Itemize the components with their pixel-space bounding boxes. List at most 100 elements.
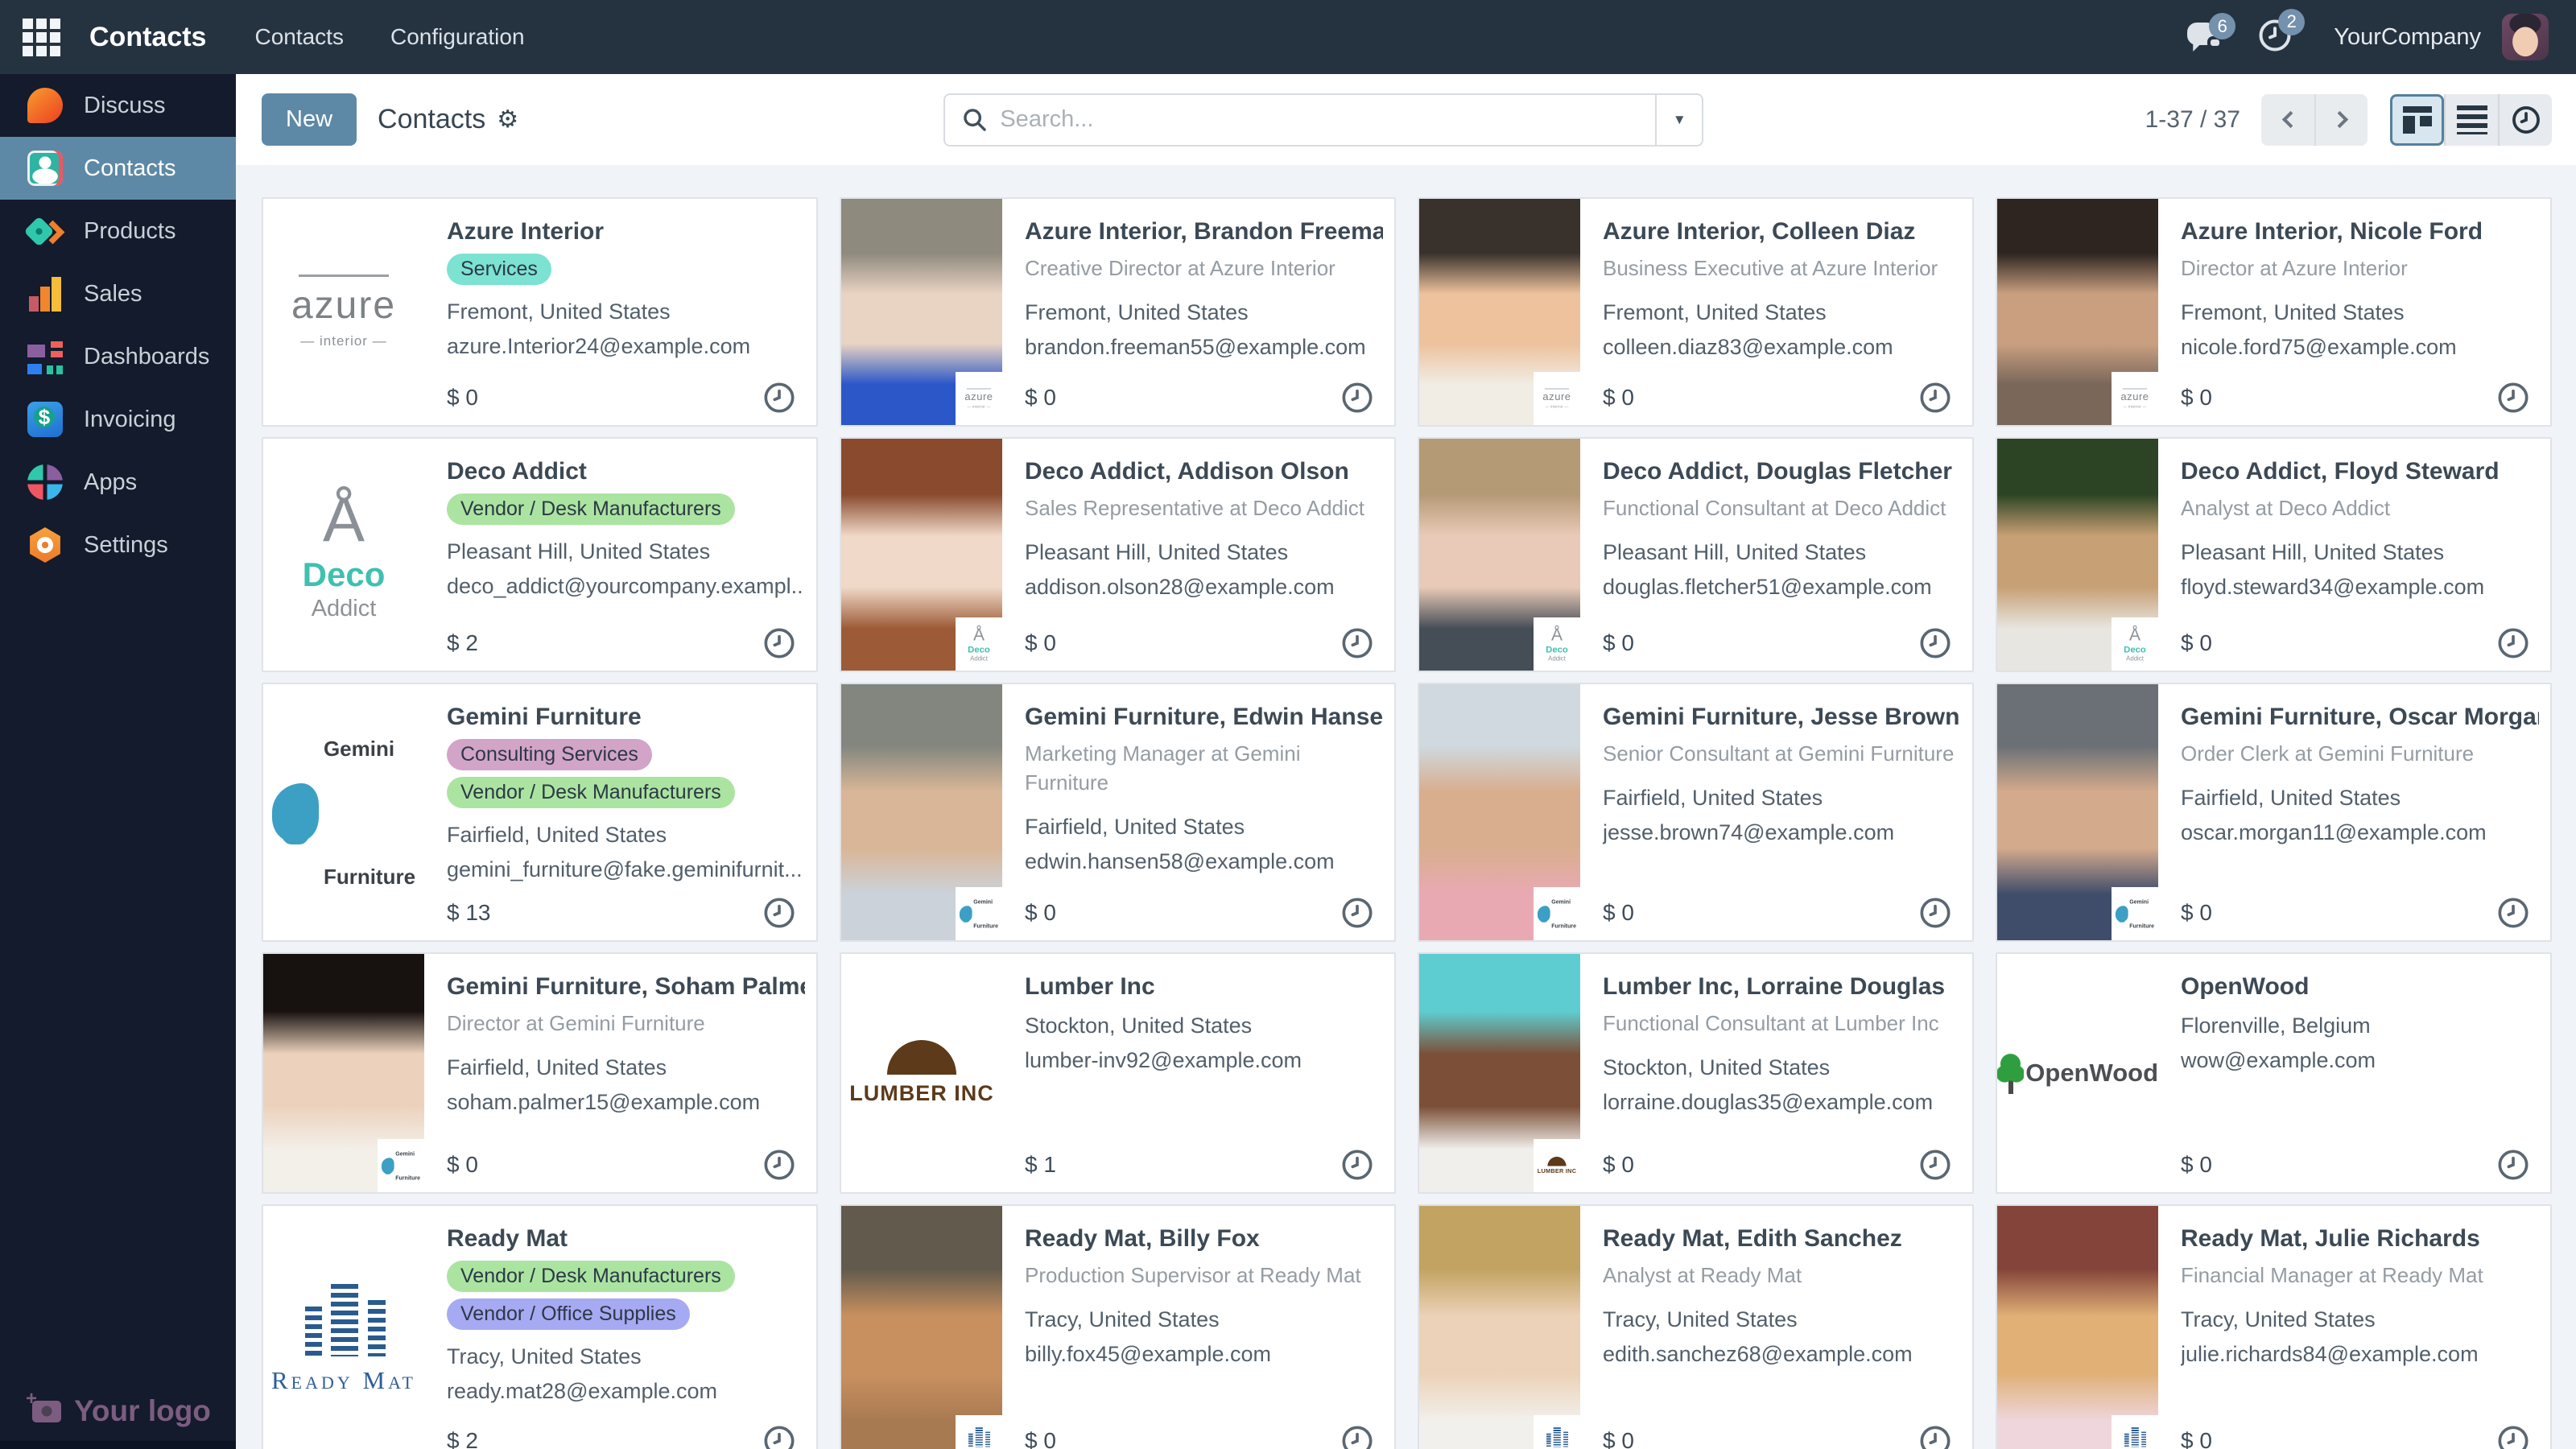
apps-app-icon [27,464,63,500]
company-badge-logo: LUMBER INC [1534,1139,1580,1192]
activity-clock-icon[interactable] [1919,1425,1951,1449]
sidebar-item-dashboards[interactable]: Dashboards [0,325,236,388]
contact-card[interactable]: Ready Mat Ready Mat, Billy Fox Productio… [840,1204,1396,1449]
contact-card[interactable]: azure— interior — Azure Interior, Nicole… [1996,197,2552,427]
activity-clock-icon[interactable] [2497,1149,2529,1181]
pager-prev-button[interactable] [2261,94,2314,146]
user-avatar[interactable] [2502,14,2549,60]
sidebar-item-discuss[interactable]: Discuss [0,74,236,137]
menu-contacts[interactable]: Contacts [254,24,344,50]
activity-clock-icon[interactable] [2497,382,2529,414]
contact-subtitle: Senior Consultant at Gemini Furniture [1603,739,1961,768]
activity-clock-icon[interactable] [1341,627,1373,659]
azure-logo: azure— interior — [2113,374,2157,422]
opportunity-amount: $ 0 [1603,1428,1634,1449]
kanban-icon [2401,104,2434,136]
sidebar-item-apps[interactable]: Apps [0,451,236,514]
contact-card[interactable]: Ready Mat Ready Mat, Edith Sanchez Analy… [1418,1204,1974,1449]
sidebar-item-contacts[interactable]: Contacts [0,137,236,200]
company-badge-logo: GeminiFurniture [378,1139,424,1192]
gemini-logo: GeminiFurniture [263,684,424,940]
contact-card[interactable]: Ready Mat Ready Mat, Julie Richards Fina… [1996,1204,2552,1449]
new-button[interactable]: New [262,93,357,146]
activity-clock-icon[interactable] [1341,1149,1373,1181]
kanban-view-button[interactable] [2390,94,2444,146]
gear-icon[interactable]: ⚙ [497,105,518,134]
apps-menu-icon[interactable] [23,19,60,56]
activity-clock-icon[interactable] [1341,382,1373,414]
contact-card[interactable]: GeminiFurniture Gemini Furniture, Oscar … [1996,683,2552,942]
activity-clock-icon[interactable] [763,627,795,659]
contact-card[interactable]: LUMBER INC Lumber Inc Stockton, United S… [840,952,1396,1194]
activities-button[interactable]: 2 [2258,19,2292,56]
sidebar-item-sales[interactable]: Sales [0,262,236,325]
activity-clock-icon[interactable] [1341,1425,1373,1449]
contact-card[interactable]: GeminiFurniture Gemini Furniture, Jesse … [1418,683,1974,942]
search-box: ▼ [943,93,1703,147]
contact-card[interactable]: LUMBER INC Lumber Inc, Lorraine Douglas … [1418,952,1974,1194]
contact-email: julie.richards84@example.com [2181,1337,2539,1372]
search-input[interactable] [1000,95,1655,145]
activity-clock-icon[interactable] [763,382,795,414]
contact-card[interactable]: DecoAddict Deco Addict, Addison Olson Sa… [840,437,1396,672]
readymat-logo: Ready Mat [2113,1418,2157,1449]
activity-clock-icon[interactable] [1919,382,1951,414]
top-menu: Contacts Configuration [254,24,524,50]
activity-clock-icon[interactable] [2497,627,2529,659]
activity-clock-icon[interactable] [2497,1425,2529,1449]
contact-subtitle: Functional Consultant at Lumber Inc [1603,1009,1961,1038]
category-tag: Vendor / Desk Manufacturers [447,777,735,808]
sidebar-item-invoicing[interactable]: Invoicing [0,388,236,451]
contact-card[interactable]: GeminiFurniture Gemini Furniture, Edwin … [840,683,1396,942]
company-badge-logo: DecoAddict [2112,617,2158,671]
contact-card[interactable]: DecoAddict Deco Addict Vendor / Desk Man… [262,437,818,672]
activity-clock-icon[interactable] [763,1425,795,1449]
contact-name: Gemini Furniture, Soham Palmer [447,973,805,1001]
contact-card[interactable]: azure— interior — Azure Interior, Collee… [1418,197,1974,427]
contact-email: jesse.brown74@example.com [1603,815,1961,850]
contact-email: oscar.morgan11@example.com [2181,815,2539,850]
category-tag: Vendor / Office Supplies [447,1298,690,1330]
activity-clock-icon[interactable] [763,1149,795,1181]
contact-card[interactable]: GeminiFurniture Gemini Furniture Consult… [262,683,818,942]
activity-clock-icon[interactable] [1919,897,1951,929]
azure-logo: azure— interior — [263,199,424,425]
contact-subtitle: Director at Gemini Furniture [447,1009,805,1038]
activity-clock-icon [2511,105,2541,135]
activity-clock-icon[interactable] [763,897,795,929]
contact-card[interactable]: DecoAddict Deco Addict, Douglas Fletcher… [1418,437,1974,672]
contact-email: gemini_furniture@fake.geminifurnit... [447,852,805,887]
menu-configuration[interactable]: Configuration [390,24,525,50]
sidebar-item-settings[interactable]: Settings [0,514,236,576]
activity-clock-icon[interactable] [2497,897,2529,929]
control-bar: New Contacts ⚙ ▼ 1-37 / 37 [236,74,2576,165]
contact-card[interactable]: GeminiFurniture Gemini Furniture, Soham … [262,952,818,1194]
activity-clock-icon[interactable] [1341,897,1373,929]
activity-clock-icon[interactable] [1919,627,1951,659]
contact-location: Stockton, United States [1025,1009,1383,1043]
sidebar-item-products[interactable]: Products [0,200,236,262]
search-dropdown-caret[interactable]: ▼ [1655,95,1702,145]
opportunity-amount: $ 2 [447,630,478,656]
opportunity-amount: $ 0 [1603,1152,1634,1178]
company-logo: DecoAddict [263,439,424,671]
opportunity-amount: $ 0 [1603,630,1634,656]
contact-location: Pleasant Hill, United States [1603,535,1961,570]
pager-next-button[interactable] [2314,94,2368,146]
contact-card[interactable]: OpenWood OpenWood Florenville, Belgium w… [1996,952,2552,1194]
list-view-button[interactable] [2444,94,2498,146]
activity-view-button[interactable] [2498,94,2552,146]
contact-email: colleen.diaz83@example.com [1603,330,1961,365]
contact-email: brandon.freeman55@example.com [1025,330,1383,365]
company-switcher[interactable]: YourCompany [2334,24,2481,51]
company-badge-logo: azure— interior — [956,372,1002,425]
contact-card[interactable]: Ready Mat Ready Mat Vendor / Desk Manufa… [262,1204,818,1449]
contact-card[interactable]: DecoAddict Deco Addict, Floyd Steward An… [1996,437,2552,672]
view-switcher [2390,94,2552,146]
contact-card[interactable]: azure— interior — Azure Interior Service… [262,197,818,427]
sidebar-logo[interactable]: Your logo [32,1394,211,1428]
products-app-icon [27,213,63,249]
contact-card[interactable]: azure— interior — Azure Interior, Brando… [840,197,1396,427]
messages-button[interactable]: 6 [2187,23,2223,52]
activity-clock-icon[interactable] [1919,1149,1951,1181]
